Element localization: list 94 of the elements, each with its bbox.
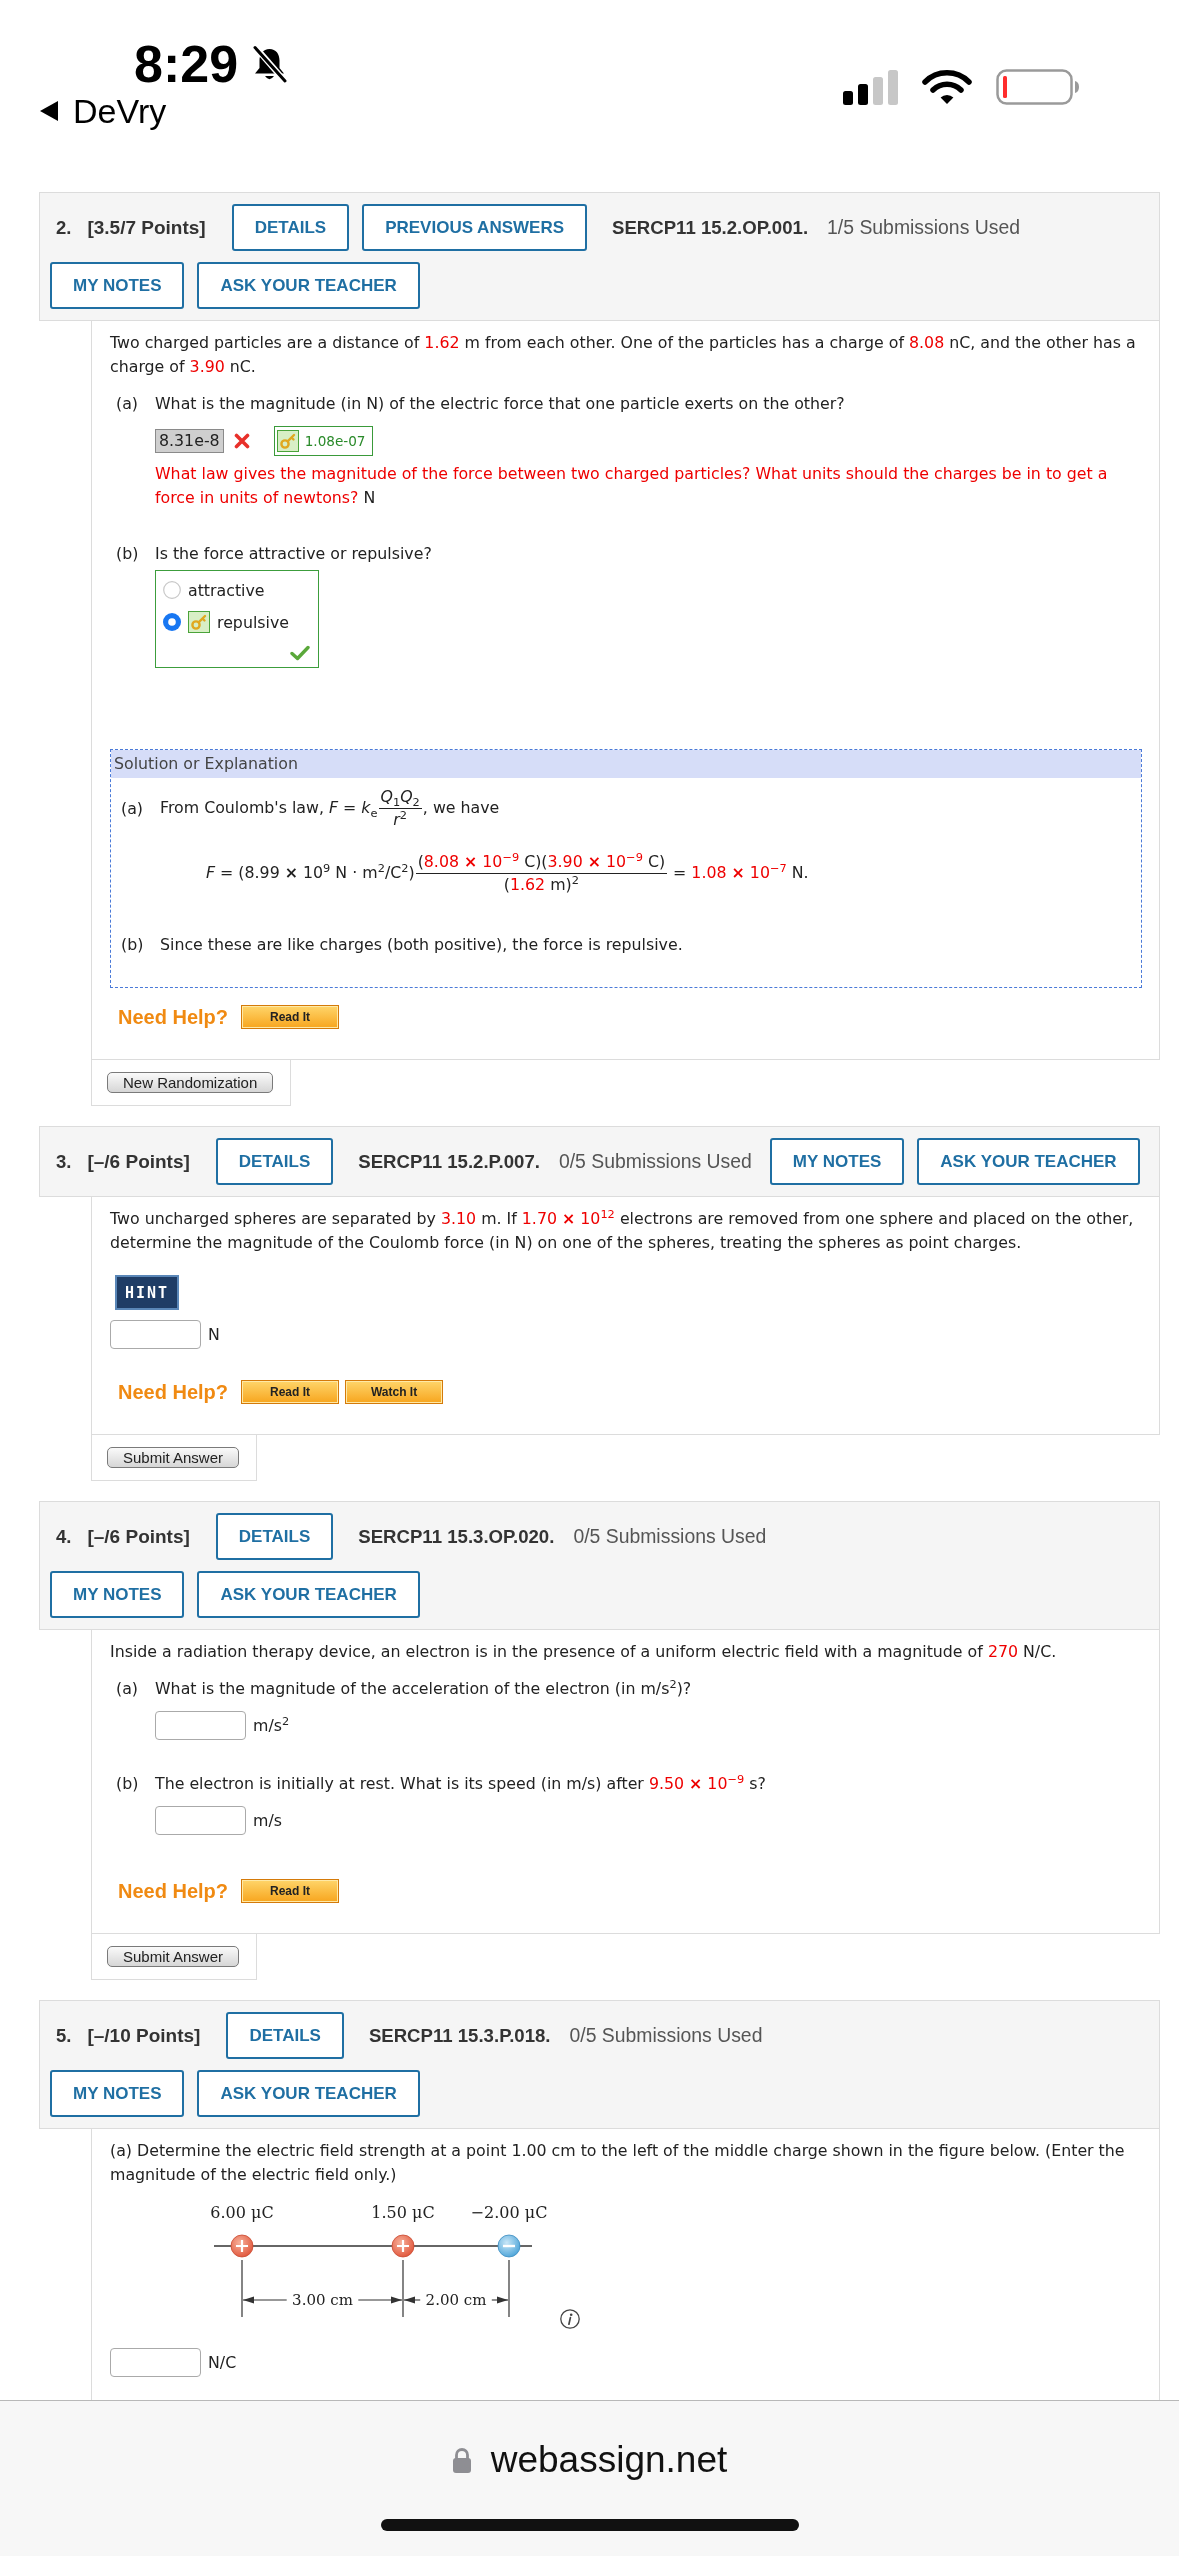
points-label: [3.5/7 Points] — [87, 216, 206, 239]
answer-field[interactable] — [110, 2348, 201, 2377]
url-text[interactable]: webassign.net — [490, 2439, 728, 2481]
answer-field[interactable] — [155, 1806, 246, 1835]
help-button[interactable]: Read It — [241, 1380, 340, 1404]
header-button[interactable]: PREVIOUS ANSWERS — [362, 204, 587, 251]
back-icon — [39, 100, 59, 122]
need-help-label: Need Help? — [118, 1005, 229, 1029]
info-icon[interactable] — [560, 2309, 580, 2329]
submissions-label: 0/5 Submissions Used — [569, 2024, 763, 2047]
submissions-label: 0/5 Submissions Used — [558, 1150, 752, 1173]
problem-code: SERCP11 15.3.P.018. — [368, 2024, 551, 2047]
question-number: 5. — [56, 2024, 72, 2047]
header-button[interactable]: ASK YOUR TEACHER — [197, 1571, 420, 1618]
signal-icon — [843, 69, 898, 105]
hint-button[interactable]: HINT — [115, 1275, 180, 1310]
header-button[interactable]: MY NOTES — [50, 2070, 185, 2117]
question-text: Inside a radiation therapy device, an electron is in the presence of a uniform electric field with a magnitude of 270 N/C. — [110, 1641, 1057, 1663]
header-button[interactable]: DETAILS — [215, 1138, 334, 1185]
answer-field[interactable] — [110, 1320, 201, 1349]
footer-button[interactable]: New Randomization — [107, 1072, 274, 1093]
extension-line — [402, 2259, 404, 2318]
question-number: 4. — [56, 1525, 72, 1548]
radio-button[interactable] — [163, 613, 181, 631]
battery-icon — [996, 69, 1080, 105]
need-help-label: Need Help? — [118, 1380, 229, 1404]
charge-label: 1.50 μC — [371, 2203, 435, 2222]
header-button[interactable]: DETAILS — [226, 2012, 344, 2059]
unit-label: m/s — [253, 1811, 282, 1830]
points-label: [–/10 Points] — [87, 2024, 201, 2047]
header-button[interactable]: DETAILS — [231, 204, 350, 251]
dimension-arrow — [242, 2296, 288, 2304]
part-label: (a) — [116, 393, 139, 415]
footer-button[interactable]: Submit Answer — [107, 1447, 240, 1468]
submitted-answer-field: 8.31e-8 — [155, 429, 224, 453]
dimension-arrow — [491, 2296, 509, 2304]
header-button[interactable]: MY NOTES — [769, 1138, 905, 1185]
option-label[interactable]: repulsive — [217, 612, 289, 632]
problem-code: SERCP11 15.2.OP.001. — [612, 216, 809, 239]
question-number: 2. — [56, 216, 72, 239]
correct-answer-value: 1.08e-07 — [304, 433, 366, 449]
question-text: What is the magnitude (in N) of the electric force that one particle exerts on the other? — [155, 393, 845, 415]
need-help-label: Need Help? — [118, 1879, 229, 1903]
help-button[interactable]: Read It — [241, 1879, 340, 1903]
extension-line — [241, 2259, 243, 2318]
header-button[interactable]: ASK YOUR TEACHER — [917, 1138, 1140, 1185]
question-text: Is the force attractive or repulsive? — [155, 543, 432, 565]
lock-icon — [451, 2446, 472, 2474]
question-text: The electron is initially at rest. What is its speed (in m/s) after 9.50 × 10$^{−9}$ s? — [155, 1772, 766, 1795]
question-number: 3. — [56, 1150, 72, 1173]
extension-line — [508, 2259, 510, 2318]
charge-label: 6.00 μC — [210, 2203, 274, 2222]
help-button[interactable]: Read It — [241, 1005, 340, 1029]
answer-field[interactable] — [155, 1711, 246, 1740]
solution-title: Solution or Explanation — [111, 750, 1141, 778]
key-icon — [276, 430, 299, 452]
part-label: (a) — [121, 797, 144, 820]
submissions-label: 1/5 Submissions Used — [827, 216, 1020, 239]
header-button[interactable]: MY NOTES — [50, 262, 185, 309]
unit-label: N — [208, 1325, 220, 1344]
option-label[interactable]: attractive — [188, 580, 265, 600]
part-label: (b) — [121, 934, 145, 956]
solution-text: From Coulomb's law, F = k$_{e}$ Q$_{1}$Q$_{2}$ r$^{2}$ , we have — [160, 786, 500, 831]
submissions-label: 0/5 Submissions Used — [573, 1525, 767, 1548]
negative-charge-icon — [497, 2234, 521, 2258]
points-label: [–/6 Points] — [87, 1525, 190, 1548]
problem-code: SERCP11 15.3.OP.020. — [358, 1525, 555, 1548]
unit-label: m/s$^{2}$ — [253, 1716, 290, 1735]
problem-code: SERCP11 15.2.P.007. — [358, 1150, 540, 1173]
header-button[interactable]: ASK YOUR TEACHER — [197, 262, 420, 309]
part-label: (a) — [116, 1678, 139, 1700]
question-text: (a) Determine the electric field strength at a point 1.00 cm to the left of the middle charge shown in the figure below. (Enter the magnitude of the electric field only.) — [110, 2140, 1126, 2186]
unit-label: N/C — [208, 2353, 237, 2372]
header-button[interactable]: DETAILS — [215, 1513, 334, 1560]
distance-label: 3.00 cm — [292, 2291, 353, 2309]
part-label: (b) — [116, 1773, 140, 1795]
points-label: [–/6 Points] — [87, 1150, 190, 1173]
wifi-icon — [922, 69, 972, 105]
charge-label: −2.00 μC — [470, 2203, 548, 2222]
help-button[interactable]: Watch It — [345, 1380, 444, 1404]
positive-charge-icon — [391, 2234, 415, 2258]
question-text: Two uncharged spheres are separated by 3.10 m. If 1.70 × 10$^{12}$ electrons are removed from one sphere and placed on the other, determine the magnitude of the Coulomb force (in N) on one of the spheres, treating the spheres as point charges. — [110, 1207, 1135, 1254]
header-button[interactable]: MY NOTES — [50, 1571, 185, 1618]
footer-button[interactable]: Submit Answer — [107, 1946, 240, 1967]
equation-text: F = (8.99 × 10$^{9}$ N · m$^{2}$/C$^{2}$) (8.08 × 10$^{−9}$ C)(3.90 × 10$^{−9}$ C) (1.62 m)$^{2}$ = 1.08 × 10$^{−7}$ N. — [206, 851, 809, 896]
solution-text: Since these are like charges (both positive), the force is repulsive. — [160, 934, 683, 956]
positive-charge-icon — [230, 2234, 254, 2258]
radio-button[interactable] — [163, 581, 181, 599]
feedback-text: What law gives the magnitude of the force between two charged particles? What units should the charges be in to get a force in units of newtons? N — [155, 463, 1109, 509]
header-button[interactable]: ASK YOUR TEACHER — [197, 2070, 420, 2117]
question-text: What is the magnitude of the acceleration of the electron (in m/s$^{2}$)? — [155, 1677, 692, 1700]
question-text: Two charged particles are a distance of 1.62 m from each other. One of the particles has a charge of 8.08 nC, and the other has a charge of 3.90 nC. — [110, 332, 1137, 378]
distance-label: 2.00 cm — [425, 2291, 487, 2309]
part-label: (b) — [116, 543, 140, 565]
